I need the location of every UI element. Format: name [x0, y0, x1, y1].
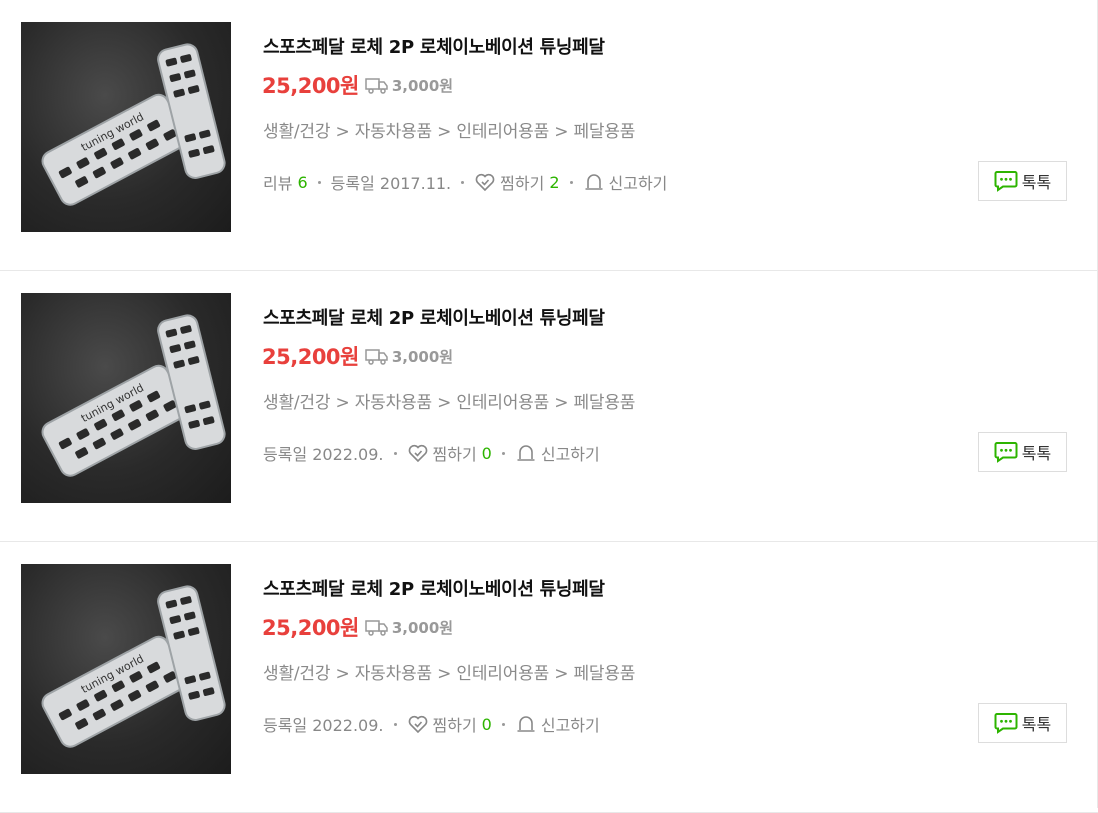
product-price: 25,200원: [262, 74, 359, 98]
pedal-image: tuning world: [41, 43, 226, 206]
chat-bubble-icon: [994, 171, 1018, 192]
product-item: tuning world 스포츠페달 로체 2P 로체이노베이션 튜닝페달 25…: [0, 0, 1098, 271]
talktalk-label: 톡톡: [1021, 715, 1052, 734]
wish-button[interactable]: 찜하기 0: [407, 441, 492, 465]
product-thumbnail[interactable]: tuning world: [21, 564, 231, 774]
delivery-truck-icon: [365, 78, 388, 94]
siren-icon: [585, 174, 602, 190]
separator-dot: [317, 180, 321, 184]
product-title[interactable]: 스포츠페달 로체 2P 로체이노베이션 튜닝페달: [263, 304, 605, 330]
heart-icon: [408, 444, 427, 463]
price-row: 25,200원 3,000원: [262, 612, 453, 642]
report-button[interactable]: 신고하기: [583, 170, 668, 194]
chat-bubble-icon: [994, 713, 1018, 734]
review-link[interactable]: 리뷰 6: [263, 170, 308, 194]
meta-row: 리뷰 6 등록일 2017.11. 찜하기 2 신고하기: [263, 170, 667, 194]
wish-button[interactable]: 찜하기 2: [474, 170, 560, 194]
heart-icon: [408, 715, 427, 734]
siren-icon: [517, 445, 535, 461]
pedal-image: tuning world: [41, 314, 226, 477]
talktalk-button[interactable]: 톡톡: [978, 703, 1067, 743]
shipping-fee: 3,000원: [391, 618, 454, 637]
review-label: 리뷰: [263, 174, 293, 193]
separator-dot: [393, 451, 397, 455]
report-label: 신고하기: [540, 445, 600, 464]
registration-date: 등록일 2022.09.: [263, 716, 384, 735]
delivery-truck-icon: [365, 349, 388, 365]
heart-icon: [475, 173, 495, 192]
talktalk-label: 톡톡: [1021, 444, 1052, 463]
product-price: 25,200원: [262, 616, 359, 640]
wish-count: 0: [481, 443, 492, 463]
product-thumbnail[interactable]: tuning world: [21, 22, 231, 232]
separator-dot: [501, 722, 505, 726]
price-row: 25,200원 3,000원: [262, 341, 453, 371]
product-category[interactable]: 생활/건강 > 자동차용품 > 인테리어용품 > 페달용품: [263, 388, 635, 413]
wish-count: 0: [481, 714, 492, 734]
wish-label: 찜하기: [432, 445, 477, 464]
registration-date: 등록일 2022.09.: [263, 445, 384, 464]
report-label: 신고하기: [608, 174, 668, 193]
meta-row: 등록일 2022.09. 찜하기 0 신고하기: [263, 441, 600, 465]
report-button[interactable]: 신고하기: [515, 712, 600, 736]
separator-dot: [393, 722, 397, 726]
product-title[interactable]: 스포츠페달 로체 2P 로체이노베이션 튜닝페달: [263, 33, 605, 59]
wish-label: 찜하기: [432, 716, 477, 735]
meta-row: 등록일 2022.09. 찜하기 0 신고하기: [263, 712, 600, 736]
wish-button[interactable]: 찜하기 0: [407, 712, 492, 736]
product-category[interactable]: 생활/건강 > 자동차용품 > 인테리어용품 > 페달용품: [263, 117, 635, 142]
separator-dot: [501, 451, 505, 455]
wish-label: 찜하기: [500, 174, 545, 193]
review-count: 6: [297, 172, 308, 192]
product-item: tuning world 스포츠페달 로체 2P 로체이노베이션 튜닝페달 25: [0, 542, 1098, 813]
wish-count: 2: [549, 172, 560, 192]
report-button[interactable]: 신고하기: [515, 441, 600, 465]
chat-bubble-icon: [994, 442, 1018, 463]
product-price: 25,200원: [262, 345, 359, 369]
shipping-fee: 3,000원: [391, 347, 454, 366]
shipping-fee: 3,000원: [391, 76, 454, 95]
product-thumbnail[interactable]: tuning world: [21, 293, 231, 503]
separator-dot: [461, 180, 465, 184]
report-label: 신고하기: [540, 716, 600, 735]
registration-date: 등록일 2017.11.: [330, 174, 452, 193]
delivery-truck-icon: [365, 620, 388, 636]
talktalk-button[interactable]: 톡톡: [978, 161, 1067, 201]
product-title[interactable]: 스포츠페달 로체 2P 로체이노베이션 튜닝페달: [263, 575, 605, 601]
product-category[interactable]: 생활/건강 > 자동차용품 > 인테리어용품 > 페달용품: [263, 659, 635, 684]
siren-icon: [517, 716, 535, 732]
product-item: tuning world 스포츠페달 로체 2P 로체이노베이션 튜닝페달 25: [0, 271, 1098, 542]
separator-dot: [569, 180, 573, 184]
pedal-image: tuning world: [41, 585, 226, 748]
talktalk-label: 톡톡: [1021, 173, 1052, 192]
talktalk-button[interactable]: 톡톡: [978, 432, 1067, 472]
price-row: 25,200원 3,000원: [262, 70, 453, 100]
